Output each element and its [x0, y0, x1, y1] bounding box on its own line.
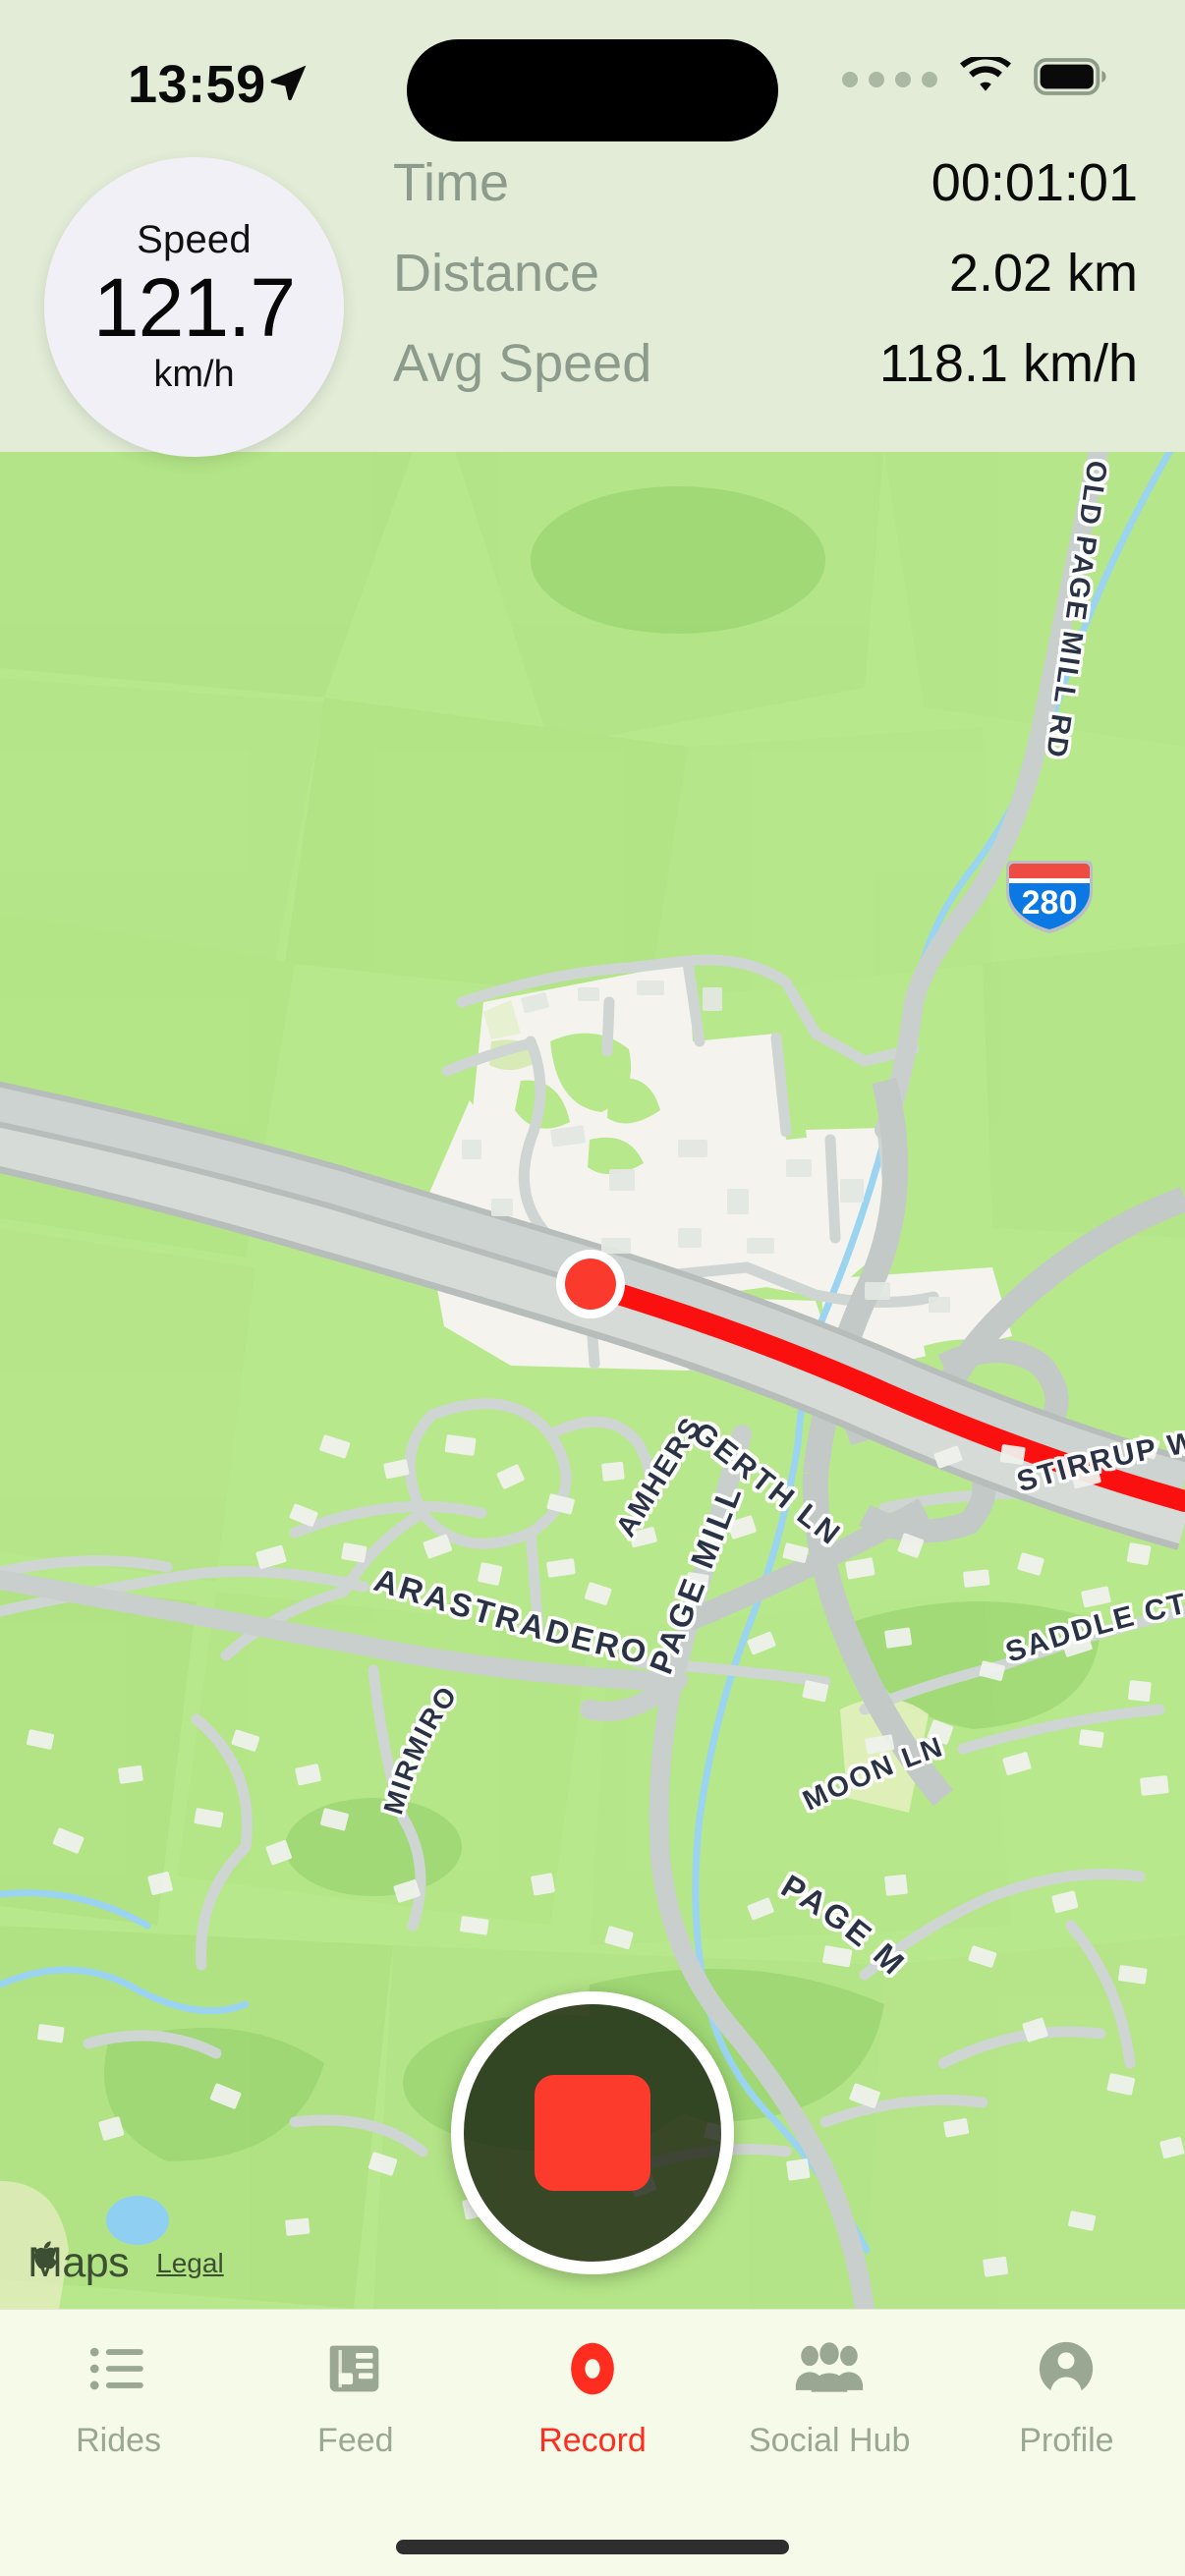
tab-social-hub[interactable]: Social Hub [711, 2331, 948, 2460]
bottom-tab-bar: Rides Feed Record Social Hub Profile [0, 2309, 1185, 2576]
location-arrow-icon [267, 61, 310, 109]
apple-maps-logo: Maps [28, 2239, 130, 2287]
stop-recording-button[interactable] [451, 1991, 734, 2274]
map-attribution: Maps Legal [28, 2239, 224, 2287]
tab-label-social-hub: Social Hub [749, 2422, 911, 2459]
person-icon [1032, 2331, 1100, 2406]
stat-value-time: 00:01:01 [931, 153, 1138, 212]
cellular-dots-icon [842, 71, 937, 87]
stat-label-avg-speed: Avg Speed [393, 334, 652, 393]
stat-label-time: Time [393, 153, 509, 212]
home-indicator[interactable] [396, 2540, 789, 2554]
map-view[interactable]: OLD PAGE MILL RD GERTH LN STIRRUP WAY SA… [0, 452, 1185, 2309]
tab-label-profile: Profile [1019, 2422, 1114, 2459]
speed-unit: km/h [153, 353, 235, 395]
svg-text:280: 280 [1022, 884, 1078, 922]
dynamic-island [407, 39, 778, 141]
apple-logo-icon [33, 2241, 57, 2269]
stat-row-avg-speed: Avg Speed 118.1 km/h [393, 333, 1138, 423]
record-icon [558, 2331, 627, 2406]
tab-rides[interactable]: Rides [0, 2331, 237, 2460]
stop-square-icon [535, 2075, 650, 2191]
tab-label-record: Record [538, 2422, 647, 2459]
tab-record[interactable]: Record [474, 2331, 710, 2460]
stats-list: Time 00:01:01 Distance 2.02 km Avg Speed… [393, 152, 1138, 423]
list-icon [85, 2331, 153, 2406]
current-position-marker [556, 1250, 625, 1318]
stat-value-avg-speed: 118.1 km/h [878, 334, 1138, 393]
stat-value-distance: 2.02 km [948, 244, 1138, 303]
status-bar-time: 13:59 [128, 55, 266, 114]
wifi-icon [959, 54, 1012, 101]
legal-link[interactable]: Legal [156, 2248, 224, 2279]
speed-label: Speed [137, 218, 252, 262]
tab-profile[interactable]: Profile [948, 2331, 1185, 2460]
app-screen: OLD PAGE MILL RD GERTH LN STIRRUP WAY SA… [0, 0, 1185, 2576]
people-icon [793, 2331, 866, 2406]
current-speed-bubble: Speed 121.7 km/h [44, 157, 344, 457]
tab-label-feed: Feed [317, 2422, 394, 2459]
news-icon [321, 2331, 390, 2406]
tab-label-rides: Rides [76, 2422, 162, 2459]
battery-full-icon [1034, 58, 1108, 100]
tab-feed[interactable]: Feed [237, 2331, 474, 2460]
stat-label-distance: Distance [393, 244, 600, 303]
stat-row-time: Time 00:01:01 [393, 152, 1138, 243]
speed-value: 121.7 [92, 261, 296, 355]
status-bar-indicators [842, 54, 1108, 101]
stat-row-distance: Distance 2.02 km [393, 243, 1138, 333]
